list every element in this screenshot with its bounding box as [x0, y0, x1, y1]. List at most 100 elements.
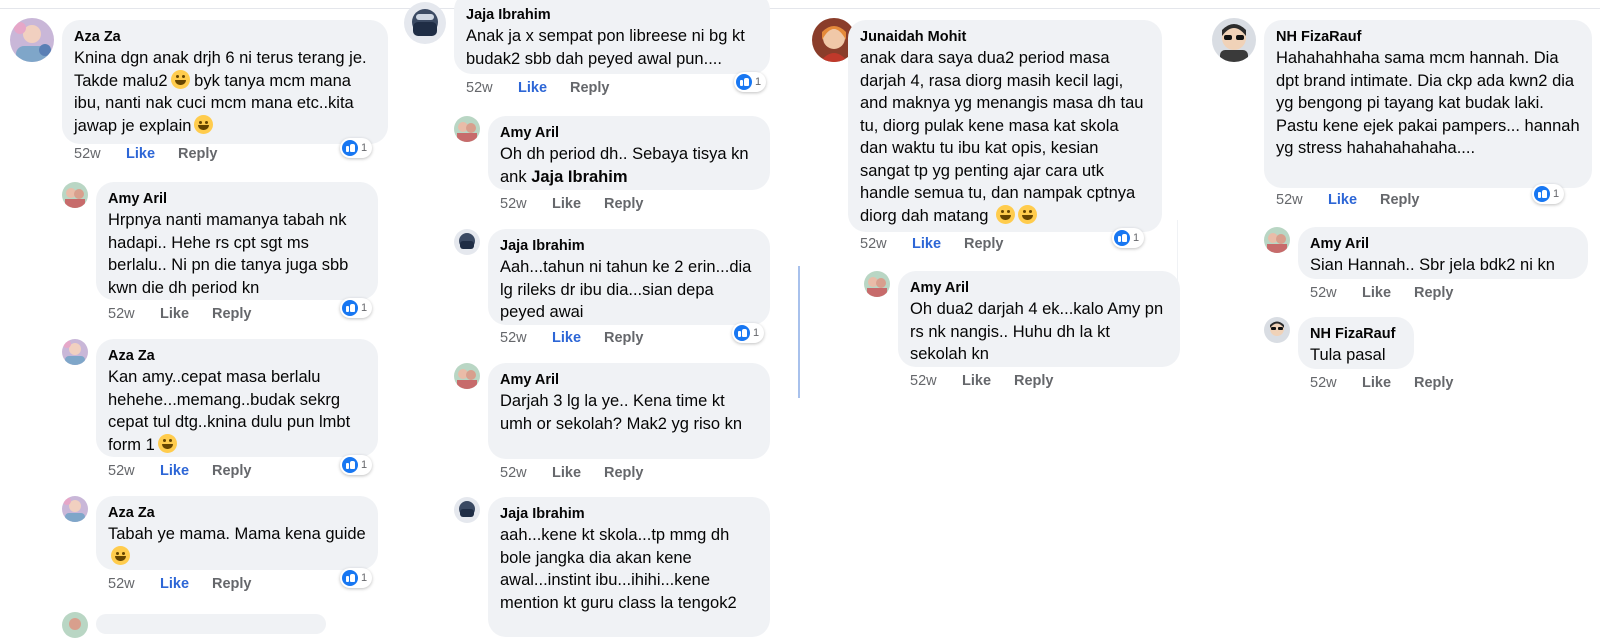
reaction-count[interactable]: 1 — [732, 323, 765, 343]
reaction-count[interactable]: 1 — [340, 298, 373, 318]
comment-actions: 52w Like Reply — [108, 306, 252, 322]
reply-button[interactable]: Reply — [1380, 192, 1420, 208]
comment-bubble: Amy Aril Hrpnya nanti mamanya tabah nk h… — [96, 182, 378, 300]
avatar[interactable] — [454, 116, 480, 142]
comment-author[interactable]: Amy Aril — [1310, 235, 1576, 254]
comment-bubble — [96, 614, 326, 634]
reaction-count[interactable]: 1 — [1532, 184, 1565, 204]
comment-timestamp[interactable]: 52w — [1310, 375, 1362, 391]
reply-button[interactable]: Reply — [212, 576, 252, 592]
comment-author[interactable]: Jaja Ibrahim — [500, 237, 758, 256]
reply-button[interactable]: Reply — [604, 330, 644, 346]
grinning-face-icon — [194, 114, 214, 134]
comment-author[interactable]: NH FizaRauf — [1276, 28, 1580, 47]
reply-button[interactable]: Reply — [604, 196, 644, 212]
like-button[interactable]: Like — [160, 306, 212, 322]
comment-text: Oh dh period dh.. Sebaya tisya kn ank Ja… — [500, 143, 758, 188]
like-button[interactable]: Like — [160, 463, 212, 479]
reply-button[interactable]: Reply — [570, 80, 610, 96]
like-button[interactable]: Like — [912, 236, 964, 252]
reaction-count-value: 1 — [361, 572, 368, 584]
avatar[interactable] — [62, 182, 88, 208]
reply-button[interactable]: Reply — [212, 306, 252, 322]
comment-text-part: Kan amy..cepat masa berlalu hehehe...mem… — [108, 368, 351, 454]
like-thumb-icon — [736, 74, 752, 90]
comment-text-part: anak dara saya dua2 period masa darjah 4… — [860, 49, 1144, 225]
reaction-count[interactable]: 1 — [734, 72, 767, 92]
like-button[interactable]: Like — [552, 465, 604, 481]
reaction-count[interactable]: 1 — [340, 455, 373, 475]
like-button[interactable]: Like — [552, 196, 604, 212]
reply-button[interactable]: Reply — [1014, 373, 1054, 389]
avatar[interactable] — [62, 339, 88, 365]
like-button[interactable]: Like — [518, 80, 570, 96]
comment-author[interactable]: NH FizaRauf — [1310, 325, 1402, 344]
comment-timestamp[interactable]: 52w — [1276, 192, 1328, 208]
comment-author[interactable]: Amy Aril — [500, 124, 758, 143]
comment-actions: 52w Like Reply — [1310, 375, 1454, 391]
reaction-count-value: 1 — [361, 459, 368, 471]
mention-link[interactable]: Jaja Ibrahim — [531, 168, 627, 186]
comment-timestamp[interactable]: 52w — [860, 236, 912, 252]
like-button[interactable]: Like — [1362, 375, 1414, 391]
comment-timestamp[interactable]: 52w — [500, 196, 552, 212]
reply-button[interactable]: Reply — [604, 465, 644, 481]
comment-author[interactable]: Amy Aril — [910, 279, 1168, 298]
comment-actions: 52w Like Reply — [910, 373, 1054, 389]
avatar[interactable] — [1264, 227, 1290, 253]
comment-timestamp[interactable]: 52w — [74, 146, 126, 162]
avatar[interactable] — [454, 497, 480, 523]
reply-button[interactable]: Reply — [1414, 285, 1454, 301]
comment-timestamp[interactable]: 52w — [1310, 285, 1362, 301]
comment-text: Hahahahhaha sama mcm hannah. Dia dpt bra… — [1276, 49, 1580, 157]
comment-author[interactable]: Aza Za — [108, 347, 366, 366]
comment-timestamp[interactable]: 52w — [108, 463, 160, 479]
laughing-tears-emoji-icon — [170, 69, 190, 89]
comment-author[interactable]: Amy Aril — [500, 371, 758, 390]
comment-text: aah...kene kt skola...tp mmg dh bole jan… — [500, 526, 737, 612]
avatar[interactable] — [404, 2, 446, 44]
reply-button[interactable]: Reply — [178, 146, 218, 162]
avatar[interactable] — [454, 363, 480, 389]
comment-text: Tula pasal — [1310, 346, 1386, 364]
comment-author[interactable]: Amy Aril — [108, 190, 366, 209]
reply-button[interactable]: Reply — [964, 236, 1004, 252]
top-divider — [0, 8, 1600, 9]
avatar[interactable] — [10, 18, 54, 62]
comment-bubble: Aza Za Kan amy..cepat masa berlalu heheh… — [96, 339, 378, 457]
comment-text: Darjah 3 lg la ye.. Kena time kt umh or … — [500, 392, 743, 433]
comment-actions: 52w Like Reply — [74, 146, 218, 162]
comment-timestamp[interactable]: 52w — [500, 330, 552, 346]
like-button[interactable]: Like — [1328, 192, 1380, 208]
comment-timestamp[interactable]: 52w — [466, 80, 518, 96]
reaction-count[interactable]: 1 — [340, 138, 373, 158]
like-button[interactable]: Like — [552, 330, 604, 346]
avatar[interactable] — [62, 496, 88, 522]
avatar[interactable] — [1264, 317, 1290, 343]
comment-author[interactable]: Aza Za — [108, 504, 366, 523]
comment-author[interactable]: Jaja Ibrahim — [466, 6, 758, 25]
avatar[interactable] — [62, 612, 88, 638]
avatar[interactable] — [454, 229, 480, 255]
comment-author[interactable]: Aza Za — [74, 28, 376, 47]
comment-timestamp[interactable]: 52w — [108, 306, 160, 322]
like-button[interactable]: Like — [126, 146, 178, 162]
like-button[interactable]: Like — [1362, 285, 1414, 301]
avatar[interactable] — [1212, 18, 1256, 62]
like-button[interactable]: Like — [962, 373, 1014, 389]
comment-timestamp[interactable]: 52w — [500, 465, 552, 481]
comment-timestamp[interactable]: 52w — [108, 576, 160, 592]
reaction-count[interactable]: 1 — [340, 568, 373, 588]
like-button[interactable]: Like — [160, 576, 212, 592]
comment-author[interactable]: Junaidah Mohit — [860, 28, 1150, 47]
reaction-count[interactable]: 1 — [1112, 228, 1145, 248]
avatar[interactable] — [864, 271, 890, 297]
reply-button[interactable]: Reply — [212, 463, 252, 479]
like-thumb-icon — [734, 325, 750, 341]
comment-author[interactable]: Jaja Ibrahim — [500, 505, 758, 524]
comment-timestamp[interactable]: 52w — [910, 373, 962, 389]
reply-button[interactable]: Reply — [1414, 375, 1454, 391]
like-thumb-icon — [1534, 186, 1550, 202]
comment-bubble: Jaja Ibrahim aah...kene kt skola...tp mm… — [488, 497, 770, 637]
crying-face-icon — [1018, 204, 1038, 224]
